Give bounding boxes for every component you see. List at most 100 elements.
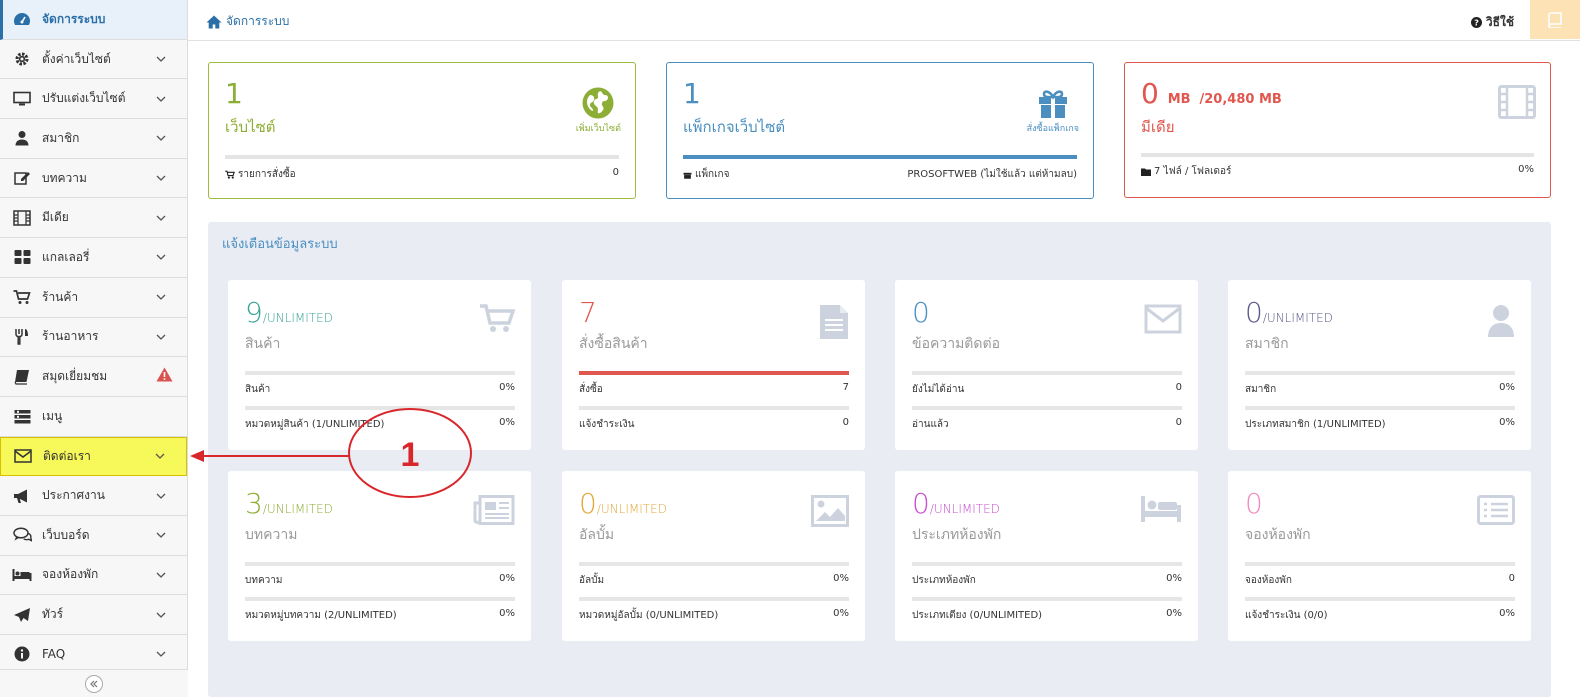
sidebar-item-webboard[interactable]: เว็บบอร์ด — [0, 516, 187, 556]
buy-package-label: สั่งซื้อแพ็กเกจ — [1026, 124, 1079, 134]
utensils-icon — [12, 328, 32, 346]
stat-row: สั่งซื้อ 7 — [579, 382, 849, 397]
plane-icon — [12, 606, 32, 624]
stat-progress — [912, 371, 1182, 375]
bed-icon — [1141, 496, 1181, 522]
film-icon — [12, 209, 32, 227]
sidebar-collapse-bar — [0, 669, 188, 697]
chevron-down-icon — [155, 453, 165, 460]
stat-icon-wrap — [473, 495, 515, 529]
stat-limit: /UNLIMITED — [596, 502, 667, 516]
sidebar-item-jobs[interactable]: ประกาศงาน — [0, 476, 187, 516]
stat-label: อัลบั้ม — [579, 527, 615, 543]
topbar: จัดการระบบ ? วิธีใช้ — [188, 0, 1580, 41]
sidebar-item-members[interactable]: สมาชิก — [0, 119, 187, 159]
folder-icon — [1141, 168, 1151, 176]
package-row: แพ็กเกจ PROSOFTWEB (ไม่ใช้แล้ว แต่ห้ามลบ… — [683, 167, 1077, 182]
stat-row-label: สั่งซื้อ — [579, 384, 603, 395]
chevron-down-icon — [156, 294, 166, 301]
stat-progress — [245, 562, 515, 566]
sidebar-item-label: FAQ — [42, 647, 66, 662]
stat-row-label: อ่านแล้ว — [912, 419, 949, 430]
user-icon — [12, 129, 32, 147]
sidebar-item-media[interactable]: มีเดีย — [0, 198, 187, 239]
stat-row: สมาชิก 0% — [1245, 382, 1515, 397]
stat-icon-wrap — [1144, 304, 1182, 338]
sidebar-item-restaurant[interactable]: ร้านอาหาร — [0, 318, 187, 358]
dashboard-icon — [12, 10, 32, 28]
buy-package-link[interactable]: สั่งซื้อแพ็กเกจ — [1027, 87, 1079, 135]
stat-progress — [912, 562, 1182, 566]
sidebar-item-booking[interactable]: จองห้องพัก — [0, 556, 187, 596]
stat-label: สินค้า — [245, 336, 281, 352]
howto-label: วิธีใช้ — [1485, 15, 1514, 29]
chevron-down-icon — [156, 96, 166, 102]
add-website-link[interactable]: เพิ่มเว็บไซต์ — [576, 87, 621, 135]
media-card: 0 MB /20,480 MB มีเดีย 7 ไฟล์ / โฟลเดอร์… — [1124, 62, 1551, 198]
stat-row-label: ประเภทห้องพัก — [912, 575, 976, 586]
stat-row-label: หมวดหมู่อัลบั้ม (0/UNLIMITED) — [579, 610, 719, 621]
stat-progress — [1245, 562, 1515, 566]
sidebar-item-menu[interactable]: เมนู — [0, 397, 187, 437]
stat-row-value: 0% — [1499, 382, 1515, 393]
stat-row: หมวดหมู่สินค้า (1/UNLIMITED) 0% — [245, 417, 515, 432]
sidebar-item-label: ทัวร์ — [42, 607, 64, 622]
stat-limit: /UNLIMITED — [262, 502, 333, 516]
sidebar-item-customize[interactable]: ปรับแต่งเว็บไซต์ — [0, 79, 187, 120]
stat-icon-wrap — [479, 304, 516, 338]
collapse-sidebar-button[interactable] — [85, 675, 103, 693]
sidebar-item-label: เว็บบอร์ด — [42, 527, 90, 542]
stat-progress — [579, 597, 849, 601]
sidebar-item-gallery[interactable]: แกลเลอรี่ — [0, 238, 187, 278]
howto-link[interactable]: ? วิธีใช้ — [1470, 13, 1514, 32]
chevron-down-icon — [156, 572, 166, 578]
cart-icon — [480, 304, 516, 332]
stat-value: 0 — [579, 487, 597, 520]
comments-icon — [12, 526, 32, 544]
media-foot-label: 7 ไฟล์ / โฟลเดอร์ — [1154, 166, 1232, 177]
package-foot-label: แพ็กเกจ — [695, 169, 730, 180]
manual-button[interactable] — [1530, 0, 1580, 39]
stat-count: 0 — [912, 296, 930, 329]
megaphone-icon — [12, 487, 32, 505]
sidebar-item-articles[interactable]: บทความ — [0, 159, 187, 199]
gift-icon — [1038, 90, 1067, 118]
info-icon — [12, 645, 32, 663]
stat-row: หมวดหมู่บทความ (2/UNLIMITED) 0% — [245, 608, 515, 623]
book-icon — [12, 368, 32, 386]
stat-label: สมาชิก — [1245, 336, 1289, 352]
media-total: /20,480 MB — [1199, 92, 1282, 107]
image-icon — [811, 495, 849, 527]
stat-card-products: 9/UNLIMITED สินค้า สินค้า 0% หมวดหมู่สินค้า … — [228, 280, 531, 450]
stat-row-value: 0% — [1499, 417, 1515, 428]
sidebar-item-dashboard[interactable]: จัดการระบบ — [0, 0, 187, 40]
stat-card-contact-messages: 0 ข้อความติดต่อ ยังไม่ได้อ่าน 0 อ่านแล้ว 0 — [895, 280, 1198, 450]
stat-row-value: 0 — [842, 417, 849, 428]
user-icon — [1488, 305, 1514, 337]
stat-icon-wrap — [1487, 304, 1515, 342]
sidebar-item-settings[interactable]: ตั้งค่าเว็บไซต์ — [0, 40, 187, 80]
package-progress — [683, 155, 1077, 159]
stat-count: 7 — [579, 296, 597, 329]
stat-row-label: ประเภทเตียง (0/UNLIMITED) — [912, 610, 1043, 621]
add-website-label: เพิ่มเว็บไซต์ — [575, 124, 621, 134]
sidebar-item-shop[interactable]: ร้านค้า — [0, 278, 187, 318]
breadcrumb[interactable]: จัดการระบบ — [206, 12, 289, 31]
stat-label: บทความ — [245, 527, 298, 543]
sidebar-item-label: มีเดีย — [42, 210, 69, 225]
sidebar-item-tours[interactable]: ทัวร์ — [0, 595, 187, 635]
stat-row-label: สินค้า — [245, 384, 271, 395]
sidebar-item-contact[interactable]: ติดต่อเรา — [0, 436, 187, 477]
stat-card-articles: 3/UNLIMITED บทความ บทความ 0% หมวดหมู่บทความ … — [228, 471, 531, 641]
stat-count: 0/UNLIMITED — [579, 487, 667, 520]
stat-row: จองห้องพัก 0 — [1245, 573, 1515, 588]
sidebar-item-label: เมนู — [42, 408, 63, 423]
media-count: 0 MB /20,480 MB — [1141, 77, 1282, 110]
list-alt-icon — [1477, 495, 1515, 525]
stat-progress — [912, 597, 1182, 601]
stat-progress — [912, 406, 1182, 410]
stat-limit: /UNLIMITED — [929, 502, 1000, 516]
media-unit: MB — [1167, 92, 1191, 107]
film-icon — [1498, 85, 1536, 122]
sidebar-item-guestbook[interactable]: สมุดเยี่ยมชม — [0, 357, 187, 397]
